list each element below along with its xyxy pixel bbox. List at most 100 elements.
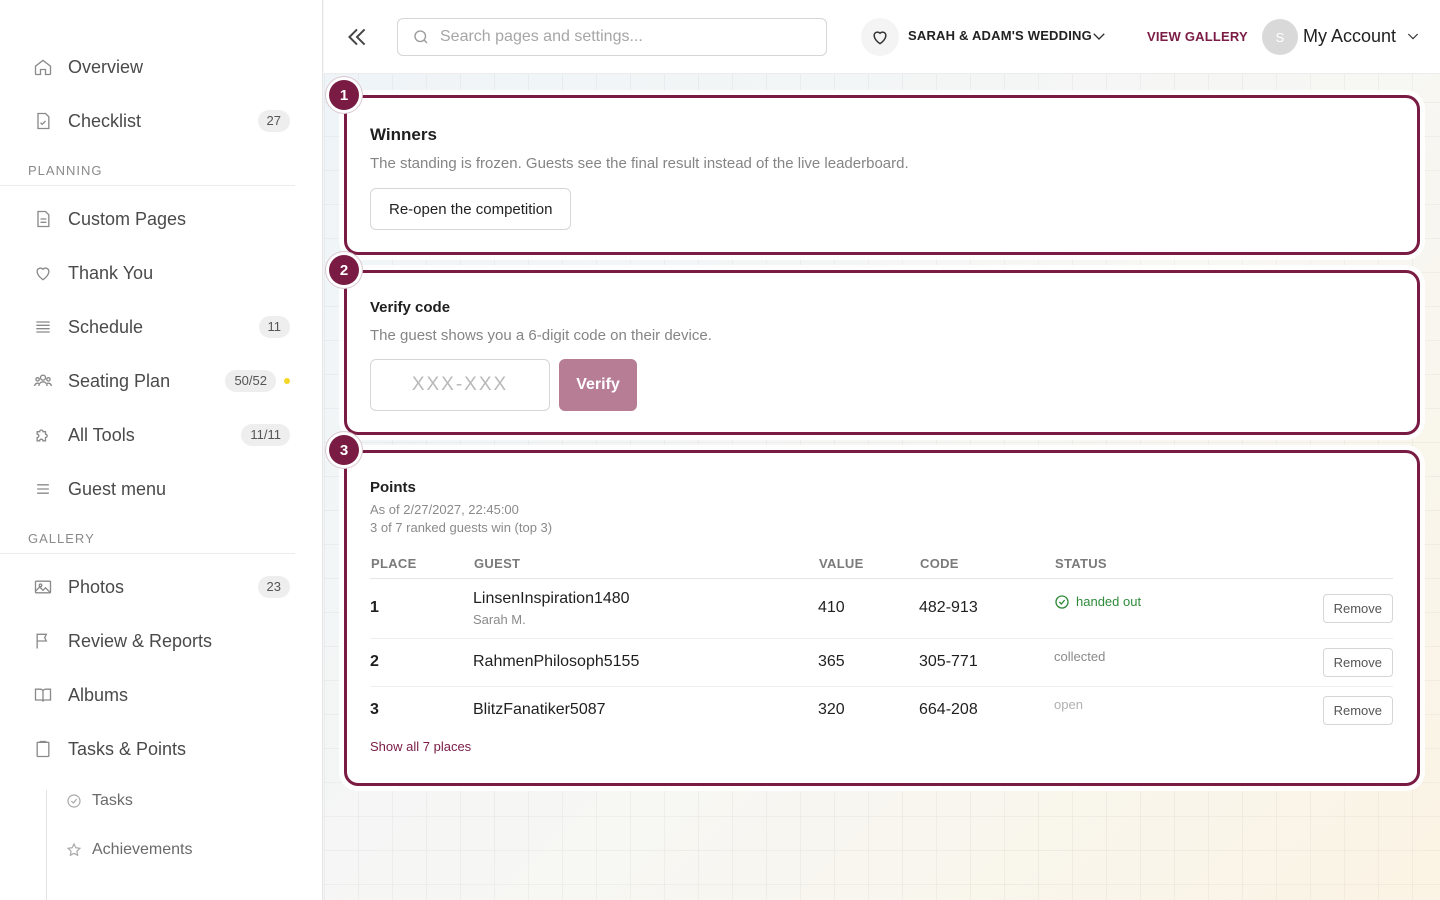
collapse-sidebar-icon[interactable] [344,24,370,50]
heart-icon [32,262,54,284]
sidebar-subitem-label: Achievements [92,840,193,858]
column-header: STATUS [1054,550,1393,579]
sidebar-item-thank-you[interactable]: Thank You [0,246,322,300]
table-header-row: PLACE GUEST VALUE CODE STATUS [370,550,1393,579]
sidebar-item-label: Schedule [68,316,144,337]
remove-button[interactable]: Remove [1322,695,1393,725]
code-cell: 482-913 [919,578,1054,639]
event-selector[interactable]: SARAH & ADAM'S WEDDING [908,28,1092,43]
book-icon [32,684,54,706]
as-of-timestamp: As of 2/27/2027, 22:45:00 [370,502,519,517]
remove-button[interactable]: Remove [1322,647,1393,677]
place-cell: 3 [370,701,379,719]
card-title: Verify code [370,299,451,316]
sidebar-subitem-achievements[interactable]: Achievements [0,825,322,874]
sidebar-item-guest-menu[interactable]: Guest menu [0,462,322,516]
table-row: 2 RahmenPhilosoph5155 365 305-771 collec… [370,638,1393,687]
guest-name: LinsenInspiration1480 [473,589,630,607]
puzzle-icon [32,424,54,446]
status-text: handed out [1076,594,1142,609]
sidebar-item-tasks-points[interactable]: Tasks & Points [0,722,322,776]
place-cell: 1 [370,578,473,639]
sidebar-item-seating-plan[interactable]: Seating Plan 50/52 [0,354,322,408]
step-badge: 3 [329,435,359,465]
guest-cell: BlitzFanatiker5087 [473,686,818,734]
account-menu[interactable]: My Account [1303,26,1396,47]
value-cell: 410 [818,578,919,639]
code-cell: 664-208 [919,701,978,719]
winners-card: Winners The standing is frozen. Guests s… [344,95,1420,255]
checklist-icon [32,110,54,132]
menu-icon [32,478,54,500]
status-cell: open Remove [1054,686,1393,734]
ranking-table: PLACE GUEST VALUE CODE STATUS 1 LinsenIn… [370,550,1393,734]
value-cell: 320 [818,701,845,719]
check-circle-icon [1055,594,1069,609]
guest-name: BlitzFanatiker5087 [473,701,606,719]
table-row: 1 LinsenInspiration1480 Sarah M. 410 482… [370,578,1393,639]
sidebar-item-label: Overview [68,56,144,77]
verify-button[interactable]: Verify [559,359,637,411]
star-icon [66,841,84,859]
winners-note: 3 of 7 ranked guests win (top 3) [370,520,553,535]
guest-real-name: Sarah M. [473,611,526,627]
sidebar-item-label: Albums [68,684,129,705]
sidebar-item-all-tools[interactable]: All Tools 11/11 [0,408,322,462]
card-description: The standing is frozen. Guests see the f… [370,155,909,172]
card-title: Points [370,479,416,496]
code-input[interactable] [370,359,550,411]
event-heart-icon[interactable] [861,18,899,56]
sidebar-item-label: All Tools [68,424,135,445]
step-badge: 1 [329,80,359,110]
sidebar-item-label: Custom Pages [68,208,187,229]
card-title: Winners [370,125,437,144]
page-icon [32,208,54,230]
sidebar-item-label: Review & Reports [68,630,213,651]
sidebar-item-label: Seating Plan [68,370,171,391]
status-cell: collected Remove [1054,638,1393,687]
column-header: PLACE [370,550,473,579]
sidebar-item-overview[interactable]: Overview [0,40,322,94]
column-header: CODE [919,550,1054,579]
people-icon [32,370,54,392]
subnav-guide-line [46,790,47,900]
topbar: SARAH & ADAM'S WEDDING VIEW GALLERY S My… [324,0,1440,74]
sidebar-item-label: Guest menu [68,478,167,499]
remove-button[interactable]: Remove [1322,593,1393,623]
clipboard-icon [32,738,54,760]
view-gallery-link[interactable]: VIEW GALLERY [1147,29,1248,44]
search-input[interactable] [440,28,800,46]
home-icon [32,56,54,78]
reopen-competition-button[interactable]: Re-open the competition [370,188,572,230]
chevron-down-icon[interactable] [1405,28,1421,44]
sidebar-item-checklist[interactable]: Checklist 27 [0,94,322,148]
sidebar: Overview Checklist 27 PLANNING Custom Pa… [0,0,323,900]
value-cell: 365 [818,638,919,687]
place-cell: 2 [370,638,473,687]
sidebar-item-photos[interactable]: Photos 23 [0,560,322,614]
show-all-places-link[interactable]: Show all 7 places [370,739,471,754]
image-icon [32,576,54,598]
step-badge: 2 [329,255,359,285]
status-text: collected [1054,648,1106,664]
sidebar-subitem-label: Tasks [92,791,133,809]
status-text: open [1054,696,1083,712]
column-header: VALUE [818,550,919,579]
section-label-planning: PLANNING [0,156,295,186]
sidebar-subitem-tasks[interactable]: Tasks [0,776,322,825]
chevron-down-icon[interactable] [1090,27,1108,45]
search-box[interactable] [397,18,827,56]
guest-cell: LinsenInspiration1480 Sarah M. [473,578,818,639]
sidebar-item-label: Checklist [68,110,142,131]
verify-code-card: Verify code The guest shows you a 6-digi… [344,270,1420,435]
table-row: 3 BlitzFanatiker5087 320 664-208 open Re… [370,686,1393,734]
sidebar-item-schedule[interactable]: Schedule 11 [0,300,322,354]
count-badge: 11 [258,316,290,338]
sidebar-item-custom-pages[interactable]: Custom Pages [0,192,322,246]
search-icon [414,30,428,44]
avatar[interactable]: S [1262,19,1298,55]
sidebar-item-albums[interactable]: Albums [0,668,322,722]
sidebar-item-label: Tasks & Points [68,738,187,759]
sidebar-item-review-reports[interactable]: Review & Reports [0,614,322,668]
schedule-icon [32,316,54,338]
